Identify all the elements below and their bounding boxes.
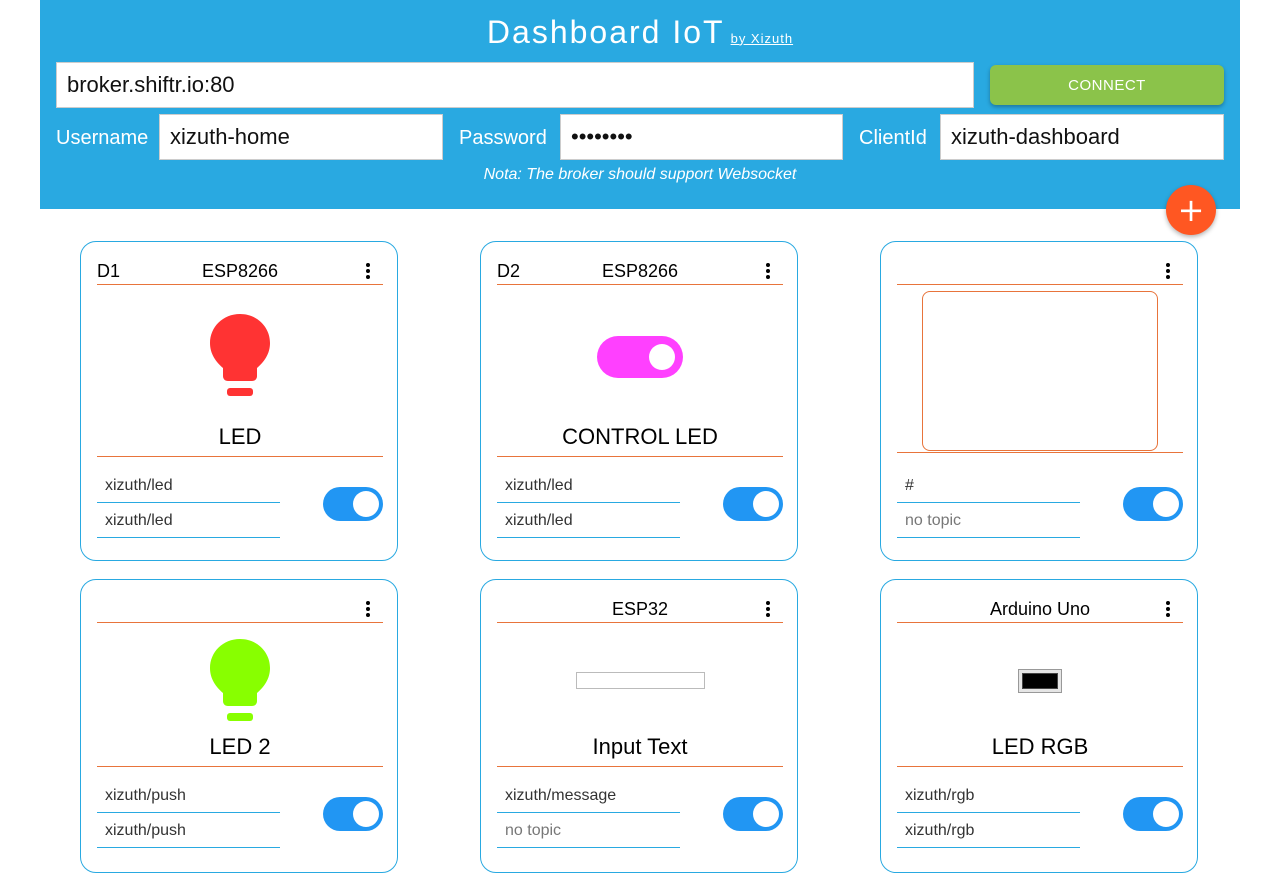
more-vert-icon[interactable] bbox=[761, 598, 775, 620]
widget-title: LED 2 bbox=[97, 734, 383, 767]
header-panel: Dashboard IoTby Xizuth CONNECT Username … bbox=[40, 0, 1240, 209]
add-widget-button[interactable]: + bbox=[1166, 185, 1216, 235]
widget-title: Input Text bbox=[497, 734, 783, 767]
publish-topic-input[interactable] bbox=[97, 814, 280, 848]
device-id: D2 bbox=[497, 261, 521, 281]
more-vert-icon[interactable] bbox=[1161, 260, 1175, 282]
publish-topic-input[interactable] bbox=[97, 504, 280, 538]
password-label: Password bbox=[459, 127, 547, 149]
byline-link[interactable]: by Xizuth bbox=[731, 31, 793, 46]
publish-topic-input[interactable] bbox=[497, 504, 680, 538]
password-field[interactable] bbox=[560, 114, 843, 160]
card-header bbox=[97, 596, 383, 623]
connect-button[interactable]: CONNECT bbox=[990, 65, 1224, 105]
lightbulb-icon[interactable] bbox=[209, 312, 271, 400]
subscribe-topic-input[interactable] bbox=[497, 469, 680, 503]
publish-topic-input[interactable] bbox=[497, 814, 680, 848]
subscribe-topic-input[interactable] bbox=[497, 779, 680, 813]
widget-title-divider bbox=[897, 452, 1183, 453]
card-header: ESP32 bbox=[497, 596, 783, 623]
clientid-label: ClientId bbox=[859, 127, 927, 149]
widget-card: D1 ESP8266 LED bbox=[80, 241, 398, 561]
board-name: ESP32 bbox=[611, 599, 669, 619]
enable-toggle[interactable] bbox=[723, 487, 783, 521]
enable-toggle[interactable] bbox=[323, 487, 383, 521]
broker-input[interactable] bbox=[56, 62, 974, 108]
enable-toggle[interactable] bbox=[1123, 487, 1183, 521]
subscribe-topic-input[interactable] bbox=[97, 469, 280, 503]
card-header: D2 ESP8266 bbox=[497, 258, 783, 285]
widget-card: LED 2 bbox=[80, 579, 398, 873]
username-label: Username bbox=[56, 127, 149, 149]
more-vert-icon[interactable] bbox=[361, 598, 375, 620]
subscribe-topic-input[interactable] bbox=[897, 469, 1080, 503]
more-vert-icon[interactable] bbox=[361, 260, 375, 282]
enable-toggle[interactable] bbox=[323, 797, 383, 831]
widget-card: D2 ESP8266 CONTROL LED bbox=[480, 241, 798, 561]
widget-title: LED bbox=[97, 424, 383, 457]
widget-title: LED RGB bbox=[897, 734, 1183, 767]
board-name: ESP8266 bbox=[601, 261, 679, 281]
subscribe-topic-input[interactable] bbox=[897, 779, 1080, 813]
enable-toggle[interactable] bbox=[723, 797, 783, 831]
card-header: D1 ESP8266 bbox=[97, 258, 383, 285]
card-header bbox=[897, 258, 1183, 285]
websocket-note: Nota: The broker should support Websocke… bbox=[483, 166, 797, 183]
title-wrap: Dashboard IoT by Xizuth bbox=[40, 14, 1240, 51]
widget-card bbox=[880, 241, 1198, 561]
more-vert-icon[interactable] bbox=[761, 260, 775, 282]
color-picker[interactable] bbox=[1018, 669, 1062, 693]
lightbulb-icon[interactable] bbox=[209, 637, 271, 725]
plus-icon: + bbox=[1177, 191, 1205, 229]
widget-title: CONTROL LED bbox=[497, 424, 783, 457]
board-name: ESP8266 bbox=[201, 261, 279, 281]
message-textarea[interactable] bbox=[922, 291, 1158, 451]
message-input[interactable] bbox=[576, 672, 705, 689]
subscribe-topic-input[interactable] bbox=[97, 779, 280, 813]
widget-card: Arduino Uno LED RGB bbox=[880, 579, 1198, 873]
username-field[interactable] bbox=[159, 114, 443, 160]
publish-topic-input[interactable] bbox=[897, 814, 1080, 848]
device-id: D1 bbox=[97, 261, 121, 281]
page-title: Dashboard IoT bbox=[486, 14, 725, 50]
control-switch[interactable] bbox=[597, 336, 683, 378]
more-vert-icon[interactable] bbox=[1161, 598, 1175, 620]
widget-card: ESP32 Input Text bbox=[480, 579, 798, 873]
card-header: Arduino Uno bbox=[897, 596, 1183, 623]
clientid-field[interactable] bbox=[940, 114, 1224, 160]
board-name: Arduino Uno bbox=[989, 599, 1091, 619]
publish-topic-input[interactable] bbox=[897, 504, 1080, 538]
enable-toggle[interactable] bbox=[1123, 797, 1183, 831]
